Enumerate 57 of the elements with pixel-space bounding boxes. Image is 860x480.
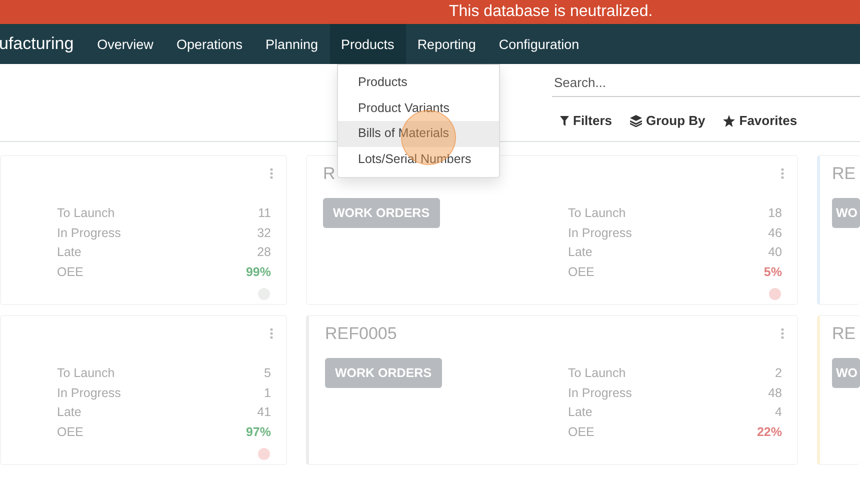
stat-value: 28 [257, 245, 271, 262]
kebab-menu-icon[interactable] [781, 328, 784, 339]
nav-menu-item[interactable]: Reporting [406, 24, 488, 64]
stat-label: OEE [568, 265, 594, 282]
stat-value: 2 [775, 366, 782, 382]
stat-value: 99% [246, 265, 271, 282]
stat-label: In Progress [57, 386, 121, 402]
stat-value: 1 [264, 386, 271, 402]
banner-text: This database is neutralized. [449, 3, 653, 21]
card-title: REF0005 [325, 324, 397, 345]
dropdown-menu-item[interactable]: Bills of Materials [338, 121, 499, 146]
dropdown-menu-item[interactable]: Product Variants [338, 96, 499, 121]
stat-label: OEE [57, 265, 84, 282]
card-title: RE [832, 324, 856, 345]
nav-menu-item[interactable]: Configuration [487, 24, 591, 64]
stat-label: In Progress [568, 386, 632, 402]
stat-label: To Launch [57, 366, 115, 382]
stat-label: To Launch [568, 366, 626, 382]
stat-value: 41 [257, 405, 271, 422]
kebab-menu-icon[interactable] [270, 328, 273, 339]
stat-value: 32 [257, 226, 271, 242]
stat-value: 48 [768, 386, 782, 402]
layers-icon [630, 114, 642, 126]
stat-value: 46 [768, 226, 782, 242]
stat-value: 5 [264, 366, 271, 382]
nav-menu-item[interactable]: Products [330, 24, 406, 64]
stat-label: Late [57, 405, 82, 422]
card-title: RE [832, 164, 856, 185]
nav-menu-item[interactable]: Planning [254, 24, 330, 64]
stat-label: OEE [568, 425, 594, 442]
nav-menu-item[interactable]: Overview [86, 24, 165, 64]
filter-toolbar-button[interactable]: Group By [630, 109, 706, 132]
stat-value: 18 [768, 206, 782, 222]
star-icon [723, 114, 736, 126]
stat-label: In Progress [568, 226, 632, 242]
filter-toolbar-button[interactable]: Filters [560, 109, 612, 132]
stat-value: 22% [756, 425, 782, 442]
stat-label: Late [568, 405, 592, 422]
kebab-menu-icon[interactable] [781, 168, 784, 179]
kebab-menu-icon[interactable] [270, 168, 273, 179]
stat-label: In Progress [57, 226, 121, 242]
filter-icon [560, 116, 569, 126]
nav-menu-item[interactable]: Operations [164, 24, 254, 64]
stat-value: 40 [768, 245, 782, 262]
stat-label: To Launch [57, 206, 115, 222]
stat-label: OEE [57, 425, 84, 442]
stat-value: 5% [764, 265, 782, 282]
stat-label: To Launch [568, 206, 626, 222]
stat-value: 11 [258, 206, 271, 222]
stat-value: 4 [775, 405, 782, 422]
stat-label: Late [57, 245, 82, 262]
stat-value: 97% [246, 425, 271, 442]
card-title: R [323, 164, 336, 185]
dropdown-menu-item[interactable]: Products [338, 70, 499, 96]
app-name: ufacturing [0, 33, 74, 55]
filter-toolbar-button[interactable]: Favorites [723, 109, 798, 132]
stat-label: Late [568, 245, 592, 262]
